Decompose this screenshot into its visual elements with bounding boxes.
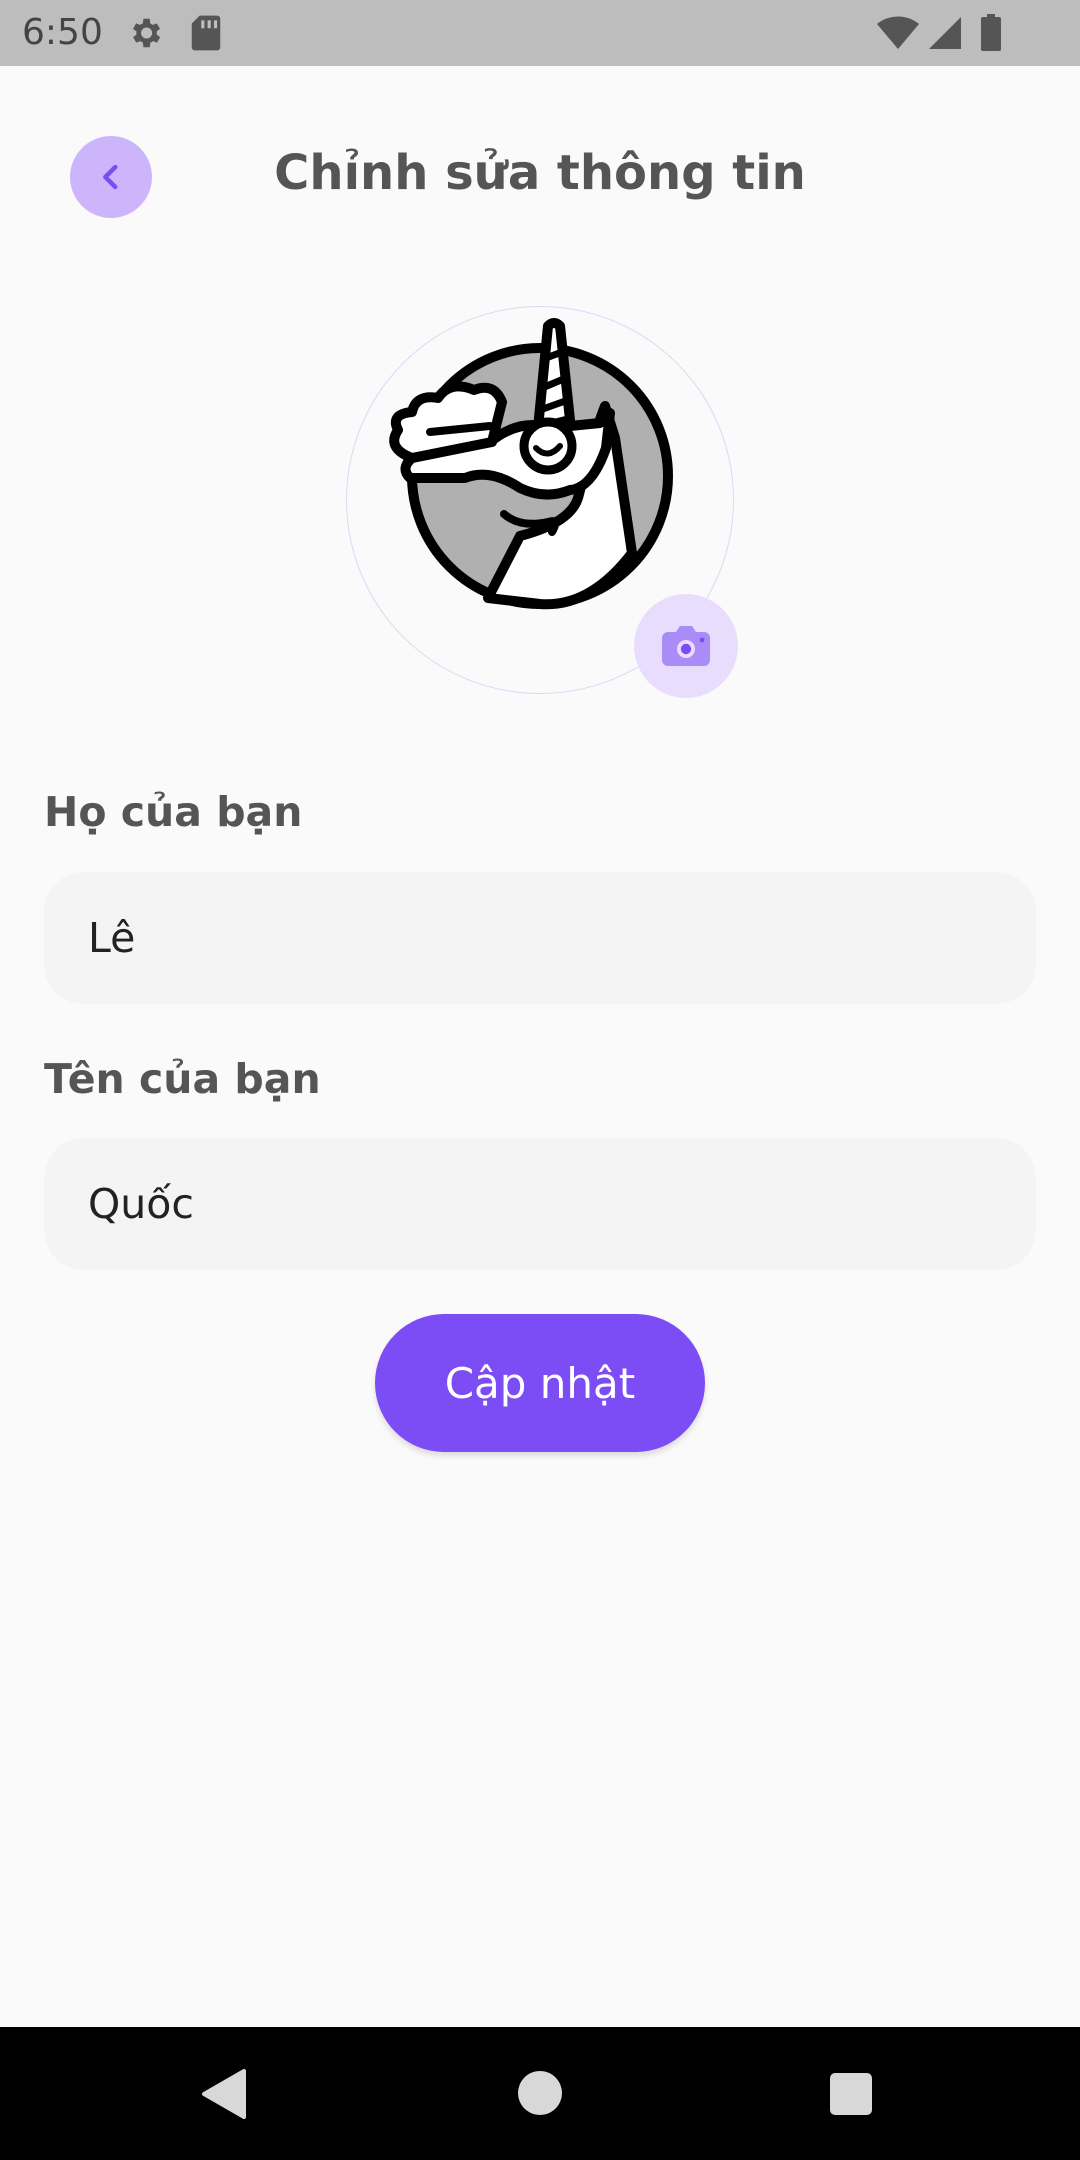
nav-home-icon[interactable] — [518, 2071, 562, 2115]
last-name-field[interactable] — [44, 872, 1036, 1004]
signal-icon — [929, 17, 961, 49]
nav-bar — [0, 2027, 1080, 2160]
nav-recents-icon[interactable] — [830, 2073, 872, 2115]
battery-icon — [981, 14, 1001, 51]
update-button[interactable]: Cập nhật — [375, 1314, 705, 1452]
gear-icon — [132, 18, 161, 48]
change-photo-button[interactable] — [634, 594, 738, 698]
wifi-icon — [877, 16, 919, 49]
avatar — [389, 318, 673, 610]
last-name-label: Họ của bạn — [44, 788, 303, 836]
camera-icon — [662, 626, 710, 666]
nav-back-icon[interactable] — [200, 2067, 248, 2121]
page-title: Chỉnh sửa thông tin — [274, 145, 806, 201]
first-name-field[interactable] — [44, 1138, 1036, 1270]
sd-card-icon — [191, 15, 221, 51]
status-bar: 6:50 — [0, 0, 1080, 66]
status-time: 6:50 — [22, 12, 103, 53]
first-name-label: Tên của bạn — [44, 1055, 321, 1103]
